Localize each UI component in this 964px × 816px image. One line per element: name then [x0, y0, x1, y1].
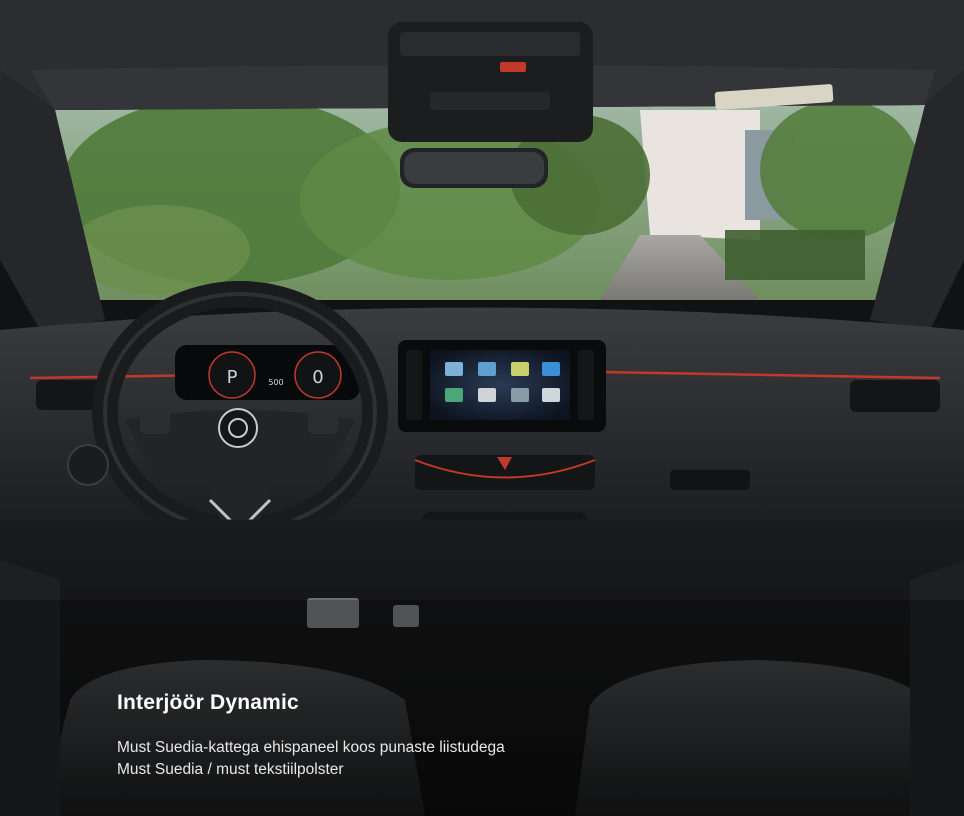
instrument-cluster: P 0 500 [175, 345, 360, 400]
cluster-center-readout: 500 [268, 378, 283, 387]
caption-title: Interjöör Dynamic [117, 691, 299, 714]
car-interior-photo: P 0 500 Interjöör Dynamic Must Suedia-ka… [0, 0, 964, 816]
caption-line-upholstery: Must Suedia / must tekstiilpolster [117, 761, 344, 778]
cluster-right-label: 0 [312, 367, 323, 388]
cluster-left-label: P [227, 367, 238, 388]
caption-block: Interjöör Dynamic Must Suedia-kattega eh… [117, 690, 737, 781]
infotainment-screen [398, 340, 606, 432]
caption-line-dashboard: Must Suedia-kattega ehispaneel koos puna… [117, 739, 505, 756]
